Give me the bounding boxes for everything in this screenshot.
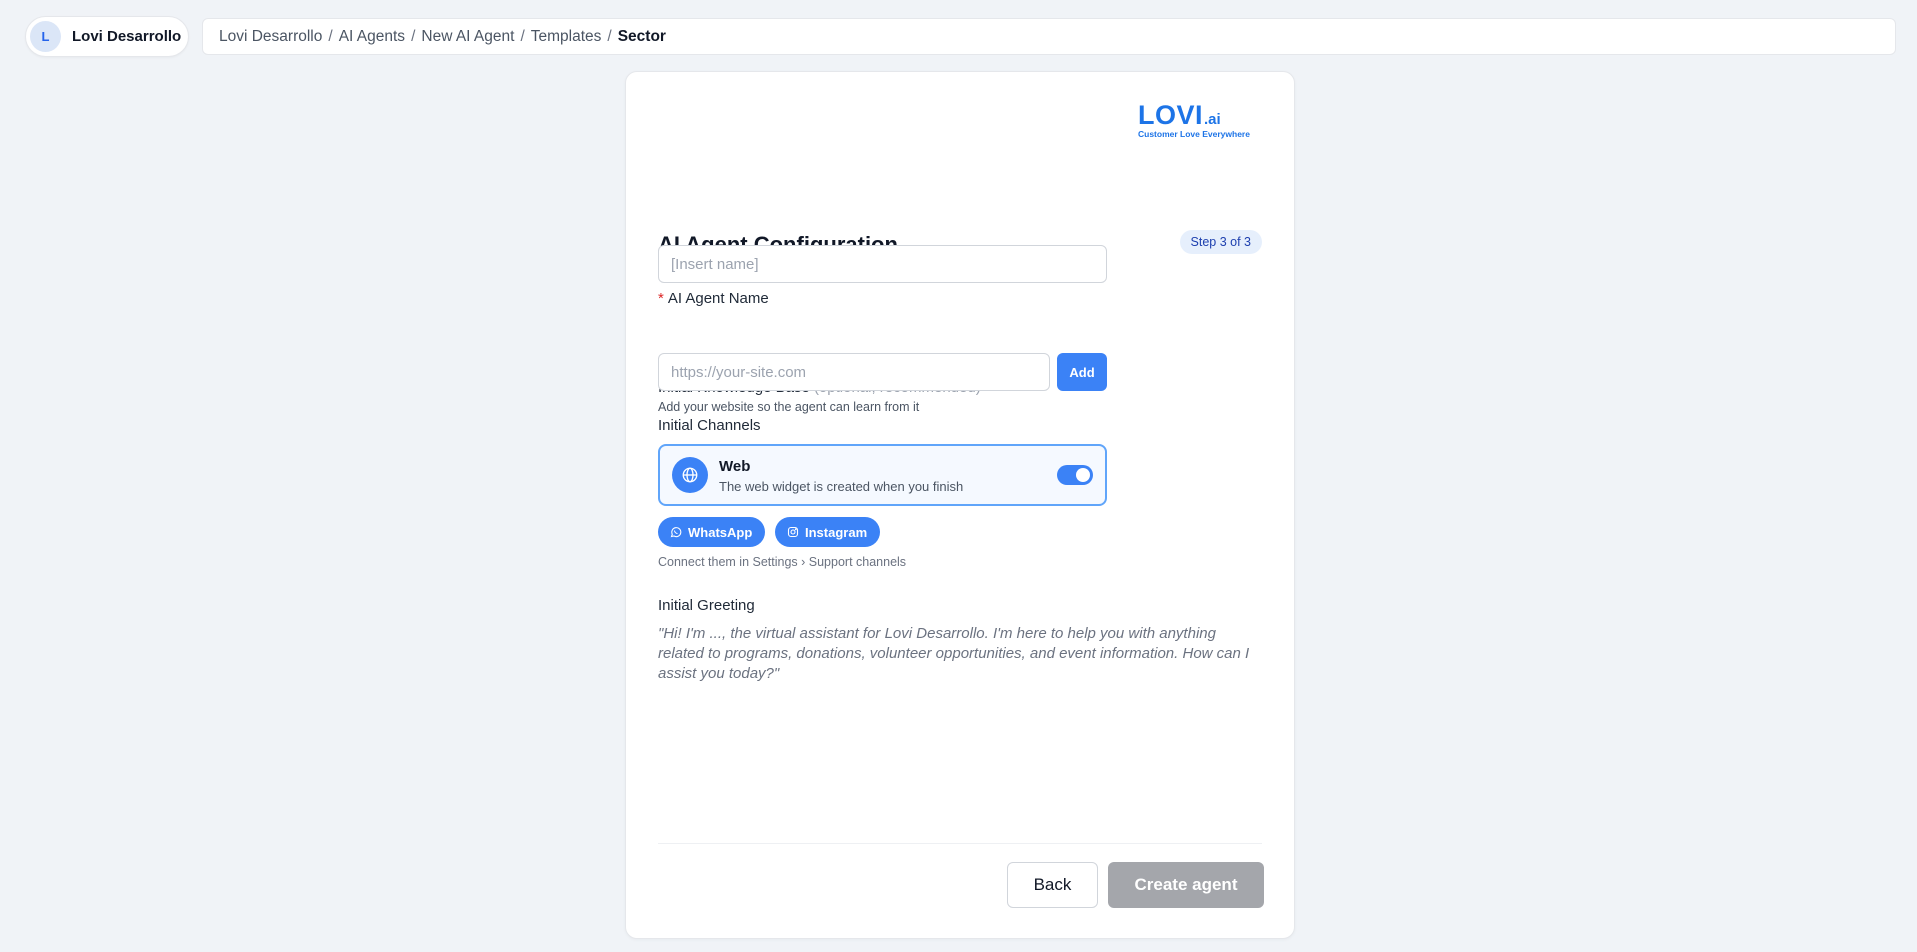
org-avatar: L — [30, 21, 61, 52]
globe-icon — [672, 457, 708, 493]
create-agent-button[interactable]: Create agent — [1108, 862, 1264, 908]
agent-name-label: * AI Agent Name — [658, 290, 769, 307]
breadcrumb-item-org[interactable]: Lovi Desarrollo — [219, 28, 322, 46]
logo-suffix: .ai — [1204, 111, 1221, 128]
footer-divider — [658, 843, 1262, 844]
web-channel-name: Web — [719, 458, 751, 475]
breadcrumb-item-templates[interactable]: Templates — [531, 28, 602, 46]
web-channel-description: The web widget is created when you finis… — [719, 479, 964, 494]
whatsapp-channel-button[interactable]: WhatsApp — [658, 517, 766, 547]
step-badge: Step 3 of 3 — [1179, 230, 1262, 254]
org-switcher[interactable]: L Lovi Desarrollo — [25, 16, 189, 57]
web-channel-toggle[interactable] — [1057, 465, 1093, 485]
agent-name-label-text: AI Agent Name — [667, 290, 769, 307]
required-mark: * — [658, 290, 664, 307]
back-button[interactable]: Back — [1007, 862, 1098, 908]
greeting-text: "Hi! I'm ..., the virtual assistant for … — [658, 625, 1250, 682]
website-url-input[interactable] — [658, 353, 1050, 391]
breadcrumb-item-current: Sector — [617, 27, 666, 45]
greeting-label: Initial Greeting — [658, 597, 755, 614]
logo-tagline: Customer Love Everywhere — [1138, 129, 1250, 139]
channels-note: Connect them in Settings › Support chann… — [658, 555, 907, 569]
instagram-icon — [787, 526, 799, 538]
channels-label: Initial Channels — [658, 417, 761, 434]
whatsapp-label: WhatsApp — [688, 524, 753, 540]
instagram-channel-button[interactable]: Instagram — [775, 517, 881, 547]
org-name: Lovi Desarrollo — [72, 28, 182, 45]
breadcrumb-separator: / — [411, 27, 416, 45]
lovi-logo: LOVI .ai Customer Love Everywhere — [1138, 102, 1262, 140]
knowledge-base-help: Add your website so the agent can learn … — [658, 400, 920, 414]
whatsapp-icon — [670, 527, 682, 538]
breadcrumb-item-new-ai-agent[interactable]: New AI Agent — [421, 28, 514, 46]
logo-mark: LOVI .ai — [1138, 102, 1221, 129]
breadcrumb: Lovi Desarrollo / AI Agents / New AI Age… — [202, 18, 1896, 55]
breadcrumb-separator: / — [520, 27, 525, 45]
breadcrumb-item-ai-agents[interactable]: AI Agents — [339, 28, 405, 46]
breadcrumb-separator: / — [328, 27, 333, 45]
web-channel-card[interactable]: Web The web widget is created when you f… — [658, 444, 1107, 506]
logo-word: LOVI — [1138, 100, 1204, 130]
instagram-label: Instagram — [805, 524, 868, 540]
agent-name-input[interactable] — [658, 245, 1107, 283]
add-website-button[interactable]: Add — [1057, 353, 1107, 391]
toggle-knob — [1076, 468, 1090, 482]
agent-config-card: LOVI .ai Customer Love Everywhere AI Age… — [625, 71, 1295, 939]
breadcrumb-separator: / — [607, 27, 612, 45]
